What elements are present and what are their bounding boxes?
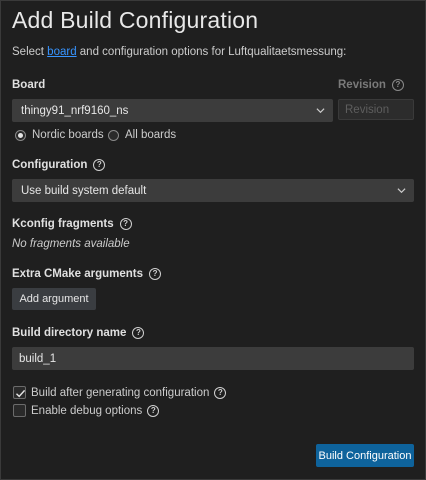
cmake-label-text: Extra CMake arguments (12, 268, 144, 280)
radio-all-boards[interactable]: All boards (108, 129, 176, 141)
page-title: Add Build Configuration (12, 7, 259, 33)
kconfig-label: Kconfig fragments ? (12, 218, 132, 230)
question-circle-icon[interactable]: ? (214, 386, 227, 399)
board-select[interactable]: thingy91_nrf9160_ns (12, 99, 333, 122)
cmake-label: Extra CMake arguments ? (12, 268, 162, 280)
enable-debug-options-checkbox[interactable] (13, 404, 26, 417)
configuration-select-value: Use build system default (21, 184, 147, 197)
build-directory-input[interactable]: build_1 (12, 347, 414, 370)
board-label-text: Board (12, 79, 46, 91)
question-circle-icon[interactable]: ? (132, 327, 145, 339)
question-circle-icon[interactable]: ? (119, 218, 132, 230)
radio-nordic-boards-label: Nordic boards (32, 129, 104, 141)
subtitle-prefix: Select (12, 46, 48, 58)
radio-all-boards-label: All boards (125, 129, 177, 141)
configuration-label-text: Configuration (12, 159, 88, 171)
chevron-down-icon (397, 188, 406, 194)
revision-placeholder: Revision (345, 103, 390, 116)
build-after-generating-checkbox-row[interactable]: Build after generating configuration ? (13, 386, 227, 399)
radio-nordic-boards[interactable]: Nordic boards (15, 129, 104, 141)
build-configuration-button[interactable]: Build Configuration (316, 444, 414, 467)
build-directory-label: Build directory name ? (12, 327, 145, 339)
revision-input[interactable]: Revision (338, 99, 414, 120)
build-after-generating-checkbox[interactable] (13, 386, 26, 399)
subtitle-suffix: and configuration options for Luftqualit… (76, 46, 347, 58)
checkmark-icon (16, 389, 26, 398)
chevron-down-icon (316, 108, 325, 114)
board-label: Board (12, 79, 45, 91)
question-circle-icon[interactable]: ? (93, 159, 106, 171)
question-circle-icon[interactable]: ? (149, 268, 162, 280)
kconfig-empty-text: No fragments available (12, 238, 130, 250)
build-directory-label-text: Build directory name (12, 327, 127, 339)
radio-unchecked-icon[interactable] (108, 129, 119, 141)
revision-label-text: Revision (338, 79, 386, 91)
kconfig-label-text: Kconfig fragments (12, 218, 114, 230)
configuration-label: Configuration ? (12, 159, 106, 171)
add-argument-button[interactable]: Add argument (12, 288, 96, 310)
revision-label: Revision ? (338, 79, 404, 91)
page-subtitle: Select board and configuration options f… (12, 46, 346, 58)
radio-checked-icon[interactable] (15, 129, 26, 141)
enable-debug-options-checkbox-row[interactable]: Enable debug options ? (13, 404, 160, 417)
board-link[interactable]: board (47, 46, 76, 58)
enable-debug-options-label: Enable debug options (31, 404, 143, 417)
question-circle-icon[interactable]: ? (147, 404, 160, 417)
build-directory-value: build_1 (19, 352, 57, 365)
question-circle-icon[interactable]: ? (391, 79, 404, 91)
build-after-generating-label: Build after generating configuration (31, 386, 210, 399)
board-select-value: thingy91_nrf9160_ns (21, 104, 129, 117)
configuration-select[interactable]: Use build system default (12, 179, 414, 202)
